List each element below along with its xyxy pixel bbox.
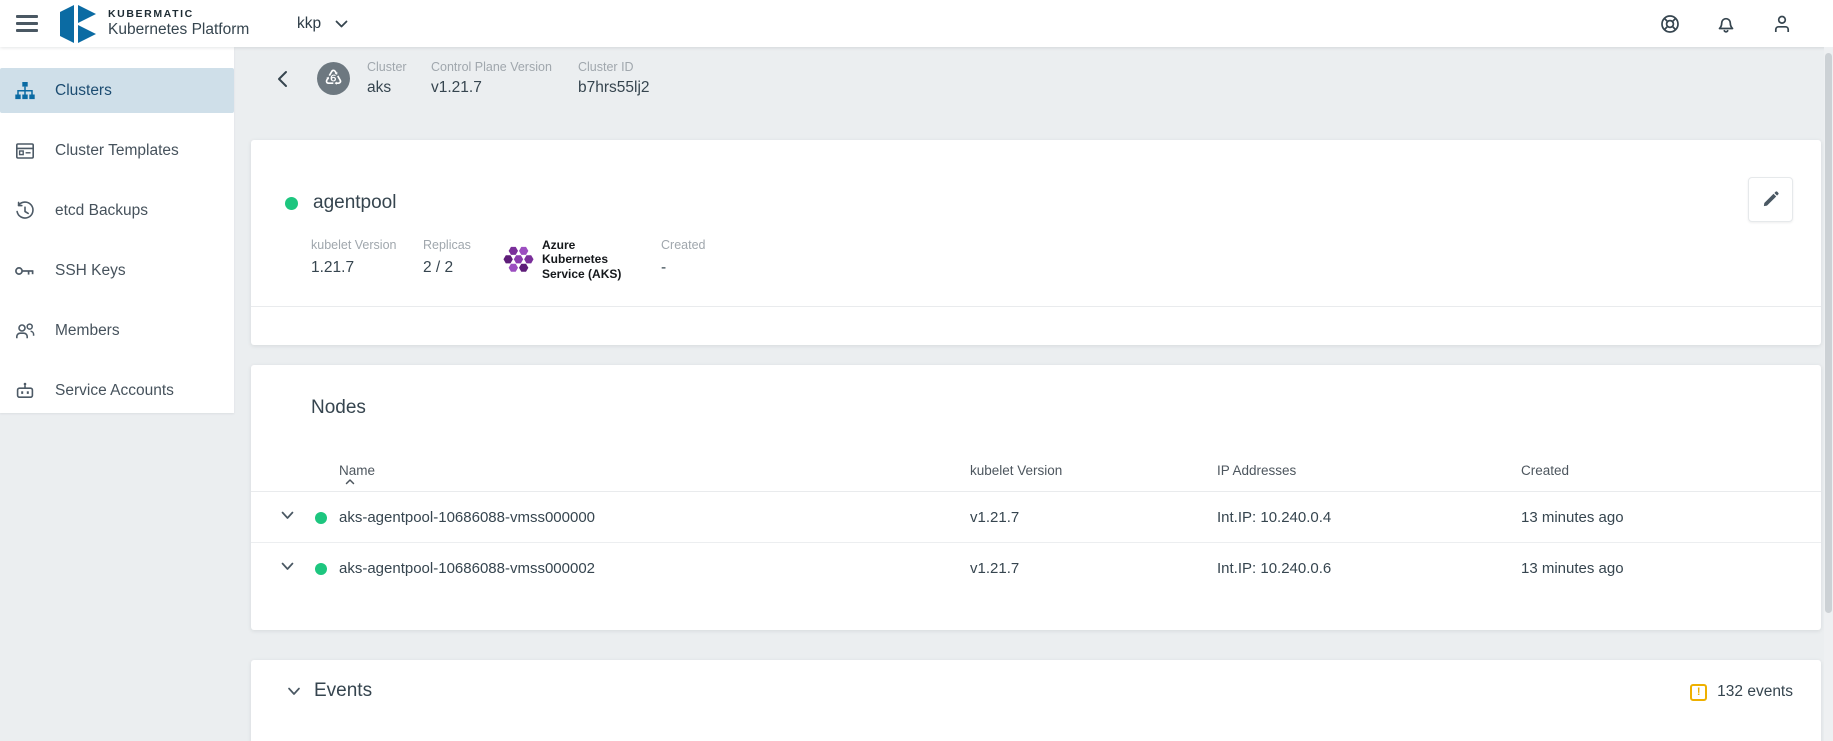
- events-title: Events: [314, 680, 372, 702]
- back-button[interactable]: [274, 69, 294, 89]
- edit-machine-deployment-button[interactable]: [1748, 177, 1793, 222]
- node-ip: Int.IP: 10.240.0.4: [1217, 492, 1331, 543]
- expand-chevron-down-icon[interactable]: [281, 511, 294, 520]
- column-header-created[interactable]: Created: [1521, 463, 1569, 478]
- metric-value: -: [661, 259, 705, 277]
- control-plane-version-label: Control Plane Version: [431, 60, 578, 74]
- status-dot: [285, 197, 298, 210]
- cluster-templates-icon: [14, 140, 36, 162]
- project-selector[interactable]: kkp: [297, 0, 348, 47]
- control-plane-version-value: v1.21.7: [431, 79, 578, 97]
- column-header-kubelet-version[interactable]: kubelet Version: [970, 463, 1062, 478]
- brand: KUBERMATIC Kubernetes Platform: [58, 4, 249, 44]
- node-status-dot: [315, 512, 327, 524]
- cluster-id-label: Cluster ID: [578, 60, 650, 74]
- node-name: aks-agentpool-10686088-vmss000000: [339, 492, 595, 543]
- sidebar-item-members[interactable]: Members: [0, 308, 234, 353]
- cluster-label: Cluster: [367, 60, 431, 74]
- node-created: 13 minutes ago: [1521, 492, 1624, 543]
- sidebar-item-cluster-templates[interactable]: Cluster Templates: [0, 128, 234, 173]
- metric-value: 1.21.7: [311, 259, 423, 277]
- node-kubelet-version: v1.21.7: [970, 492, 1019, 543]
- clusters-icon: [14, 80, 36, 102]
- nodes-title: Nodes: [311, 397, 366, 419]
- help-icon[interactable]: [1659, 13, 1681, 35]
- cluster-name-value: aks: [367, 79, 431, 97]
- events-toggle[interactable]: Events: [287, 680, 372, 702]
- brand-subtitle: Kubernetes Platform: [108, 21, 249, 38]
- topbar-actions: [1659, 0, 1793, 47]
- warning-icon: !: [1690, 684, 1707, 701]
- replicas-metric: Replicas 2 / 2: [423, 238, 503, 281]
- node-row[interactable]: aks-agentpool-10686088-vmss000002 v1.21.…: [251, 543, 1821, 594]
- sidebar-item-ssh-keys[interactable]: SSH Keys: [0, 248, 234, 293]
- cluster-id-value: b7hrs55lj2: [578, 79, 650, 97]
- members-icon: [14, 320, 36, 342]
- node-kubelet-version: v1.21.7: [970, 543, 1019, 594]
- sidebar-item-label: etcd Backups: [55, 202, 148, 220]
- node-status-dot: [315, 563, 327, 575]
- metric-label: kubelet Version: [311, 238, 423, 252]
- created-metric: Created -: [661, 238, 705, 281]
- top-bar: KUBERMATIC Kubernetes Platform kkp: [0, 0, 1833, 47]
- service-accounts-icon: [14, 380, 36, 402]
- menu-icon[interactable]: [16, 11, 40, 37]
- scrollbar-track[interactable]: [1824, 47, 1833, 741]
- cluster-id-group: Cluster ID b7hrs55lj2: [578, 60, 650, 96]
- sidebar-item-label: Service Accounts: [55, 382, 174, 400]
- cluster-header-bar: ♸ Cluster aks Control Plane Version v1.2…: [251, 47, 1821, 110]
- machine-deployment-name: agentpool: [313, 192, 396, 214]
- kubernetes-logo-icon: ♸: [317, 62, 350, 95]
- metric-value: 2 / 2: [423, 259, 503, 277]
- node-created: 13 minutes ago: [1521, 543, 1624, 594]
- divider: [251, 306, 1821, 307]
- notifications-bell-icon[interactable]: [1715, 13, 1737, 35]
- column-header-name[interactable]: Name: [339, 463, 375, 485]
- sidebar-item-label: Members: [55, 322, 120, 340]
- machine-deployment-card: agentpool kubelet Version 1.21.7 Replica…: [251, 140, 1821, 345]
- nodes-card: Nodes Name kubelet Version IP Addresses …: [251, 365, 1821, 630]
- kubelet-version-metric: kubelet Version 1.21.7: [311, 238, 423, 281]
- etcd-backups-icon: [14, 200, 36, 222]
- metric-label: Created: [661, 238, 705, 252]
- project-name: kkp: [297, 15, 321, 33]
- provider-name: Azure Kubernetes Service (AKS): [542, 238, 644, 281]
- user-account-icon[interactable]: [1771, 13, 1793, 35]
- metric-label: Replicas: [423, 238, 503, 252]
- collapse-chevron-down-icon: [287, 687, 301, 696]
- events-count-badge: ! 132 events: [1690, 683, 1793, 701]
- events-count-label: 132 events: [1717, 683, 1793, 701]
- pencil-icon: [1761, 190, 1780, 209]
- sidebar-item-label: Cluster Templates: [55, 142, 179, 160]
- sidebar-item-etcd-backups[interactable]: etcd Backups: [0, 188, 234, 233]
- ssh-keys-icon: [14, 260, 36, 282]
- brand-name: KUBERMATIC: [108, 9, 249, 21]
- main-content: ♸ Cluster aks Control Plane Version v1.2…: [234, 47, 1833, 741]
- node-name: aks-agentpool-10686088-vmss000002: [339, 543, 595, 594]
- sidebar: Clusters Cluster Templates etcd Backups …: [0, 47, 234, 413]
- sort-asc-icon: [345, 478, 355, 485]
- events-card: Events ! 132 events: [251, 660, 1821, 741]
- chevron-down-icon: [335, 20, 348, 28]
- node-row[interactable]: aks-agentpool-10686088-vmss000000 v1.21.…: [251, 492, 1821, 543]
- kubermatic-logo-icon: [58, 4, 98, 44]
- sidebar-item-service-accounts[interactable]: Service Accounts: [0, 368, 234, 413]
- scrollbar-thumb[interactable]: [1825, 53, 1832, 613]
- sidebar-item-label: Clusters: [55, 82, 112, 100]
- column-header-ip-addresses[interactable]: IP Addresses: [1217, 463, 1296, 478]
- sidebar-item-clusters[interactable]: Clusters: [0, 68, 234, 113]
- cluster-name-group: Cluster aks: [367, 60, 431, 96]
- provider-badge: Azure Kubernetes Service (AKS): [503, 238, 661, 281]
- node-ip: Int.IP: 10.240.0.6: [1217, 543, 1331, 594]
- nodes-table-header: Name kubelet Version IP Addresses Create…: [251, 455, 1821, 492]
- aks-logo-icon: [503, 246, 534, 273]
- sidebar-item-label: SSH Keys: [55, 262, 126, 280]
- expand-chevron-down-icon[interactable]: [281, 562, 294, 571]
- control-plane-version-group: Control Plane Version v1.21.7: [431, 60, 578, 96]
